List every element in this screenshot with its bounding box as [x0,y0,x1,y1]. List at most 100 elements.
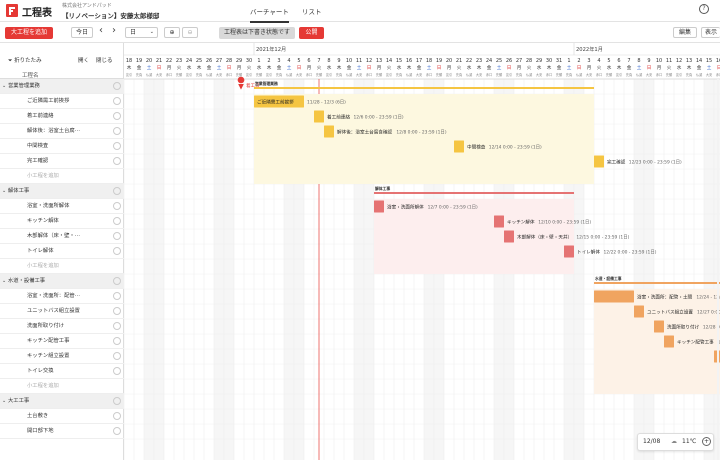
task-bar[interactable] [494,215,504,228]
task-row[interactable]: 解体後：浴室土台腐⋯ [0,124,124,139]
day-number: 25 [496,58,502,64]
task-row[interactable]: トイレ交換 [0,364,124,379]
group-row[interactable]: ⌄ 大工工事 [0,394,124,409]
next-icon[interactable]: › [112,25,116,36]
zoom-out-icon[interactable]: ⊖ [182,27,198,38]
task-row[interactable]: 浴室・洗面所：配管⋯ [0,289,124,304]
close-all-button[interactable]: 閉じる [96,56,113,64]
scale-select[interactable]: 日 ⌄ [125,27,158,38]
task-bar[interactable] [454,140,464,153]
status-circle-icon[interactable] [113,307,121,315]
chevron-down-icon[interactable]: ⌄ [2,394,6,409]
group-row[interactable]: ⌄ 解体工事 [0,184,124,199]
status-circle-icon[interactable] [113,112,121,120]
rokuyo-label: 赤口 [596,72,602,77]
task-bar[interactable] [594,155,604,168]
task-row[interactable]: 洗面所取り付け [0,319,124,334]
weekend-column [704,79,714,460]
chevron-down-icon[interactable]: ⌄ [2,79,6,94]
task-row[interactable]: 着工前連絡 [0,109,124,124]
display-button[interactable]: 表示 [701,27,720,38]
chevron-down-icon[interactable]: ⌄ [2,274,6,289]
task-row[interactable]: 中間検査 [0,139,124,154]
weekend-column [644,79,654,460]
status-circle-icon[interactable] [113,217,121,225]
task-bar[interactable] [564,245,574,258]
status-circle-icon[interactable] [113,322,121,330]
status-circle-icon[interactable] [113,352,121,360]
edit-button[interactable]: 編集 [673,27,697,38]
task-row[interactable]: 開口部下地 [0,424,124,439]
task-row[interactable]: 土台敷き [0,409,124,424]
weekday-label: 金 [627,64,632,71]
task-bar[interactable] [654,320,664,333]
status-circle-icon[interactable] [113,82,121,90]
task-bar-label: 木部解体（床・壁・天井） [517,234,572,241]
task-bar[interactable] [664,335,674,348]
group-row[interactable]: ⌄ 水道・設備工事 [0,274,124,289]
task-row[interactable]: 浴室・洗面所解体 [0,199,124,214]
rokuyo-label: 先勝 [666,72,673,77]
rokuyo-label: 仏滅 [146,72,153,77]
day-number: 27 [216,58,222,64]
task-row[interactable]: 完工確認 [0,154,124,169]
tab-list[interactable]: リスト [302,6,322,16]
add-group-button[interactable]: 大工程を追加 [5,27,53,39]
add-task-row[interactable]: 小工程を追加 [0,379,124,394]
add-task-row[interactable]: 小工程を追加 [0,259,124,274]
task-row[interactable]: キッチン配管工事 [0,334,124,349]
task-row[interactable]: キッチン解体 [0,214,124,229]
day-number: 21 [156,58,162,64]
status-circle-icon[interactable] [113,187,121,195]
status-circle-icon[interactable] [113,97,121,105]
status-circle-icon[interactable] [113,142,121,150]
rokuyo-label: 先負 [566,72,572,77]
status-circle-icon[interactable] [113,337,121,345]
weather-date: 12/08 [643,438,661,445]
weekday-label: 金 [137,64,142,71]
task-bar[interactable] [594,290,634,303]
task-bar[interactable] [324,125,334,138]
task-bar-label: トイレ解体 [577,249,600,256]
day-number: 22 [466,58,472,64]
status-circle-icon[interactable] [113,277,121,285]
status-circle-icon[interactable] [113,232,121,240]
status-circle-icon[interactable] [113,427,121,435]
status-circle-icon[interactable] [113,412,121,420]
project-name[interactable]: 【リノベーション】安藤太郎様邸 [62,10,159,20]
status-circle-icon[interactable] [113,247,121,255]
task-bar[interactable] [374,200,384,213]
task-row[interactable]: 木部解体（床・壁・⋯ [0,229,124,244]
task-bar[interactable] [314,110,324,123]
today-button[interactable]: 今日 [71,27,93,38]
chevron-down-icon[interactable]: ⌄ [2,184,6,199]
task-bar[interactable] [634,305,644,318]
task-row[interactable]: ユニットバス組立設置 [0,304,124,319]
status-circle-icon[interactable] [113,202,121,210]
prev-icon[interactable]: ‹ [99,25,103,36]
expand-button[interactable]: 開く [78,56,89,64]
status-circle-icon[interactable] [113,127,121,135]
task-row[interactable]: トイレ解体 [0,244,124,259]
status-circle-icon[interactable] [113,397,121,405]
zoom-in-icon[interactable]: ⊕ [164,27,180,38]
add-task-row[interactable]: 小工程を追加 [0,169,124,184]
collapse-button[interactable]: ⏷ 折りたたみ [8,56,42,65]
add-weather-icon[interactable]: + [702,437,711,446]
tab-bar-chart[interactable]: バーチャート [250,6,289,23]
day-number: 24 [186,58,192,64]
task-row[interactable]: キッチン組立設置 [0,349,124,364]
status-circle-icon[interactable] [113,157,121,165]
row-label: 小工程を追加 [27,383,59,389]
weekday-label: 木 [547,64,552,71]
group-row[interactable]: ⌄ 営業管理業務 [0,79,124,94]
task-bar-label: 洗面所取り付け [667,324,700,331]
status-circle-icon[interactable] [113,292,121,300]
task-bar[interactable] [504,230,514,243]
day-number: 19 [136,58,142,64]
task-row[interactable]: ご近隣需工前挨拶 [0,94,124,109]
status-circle-icon[interactable] [113,367,121,375]
publish-button[interactable]: 公開 [299,27,324,39]
weekday-label: 土 [427,64,432,71]
help-icon[interactable]: ? [699,4,709,14]
